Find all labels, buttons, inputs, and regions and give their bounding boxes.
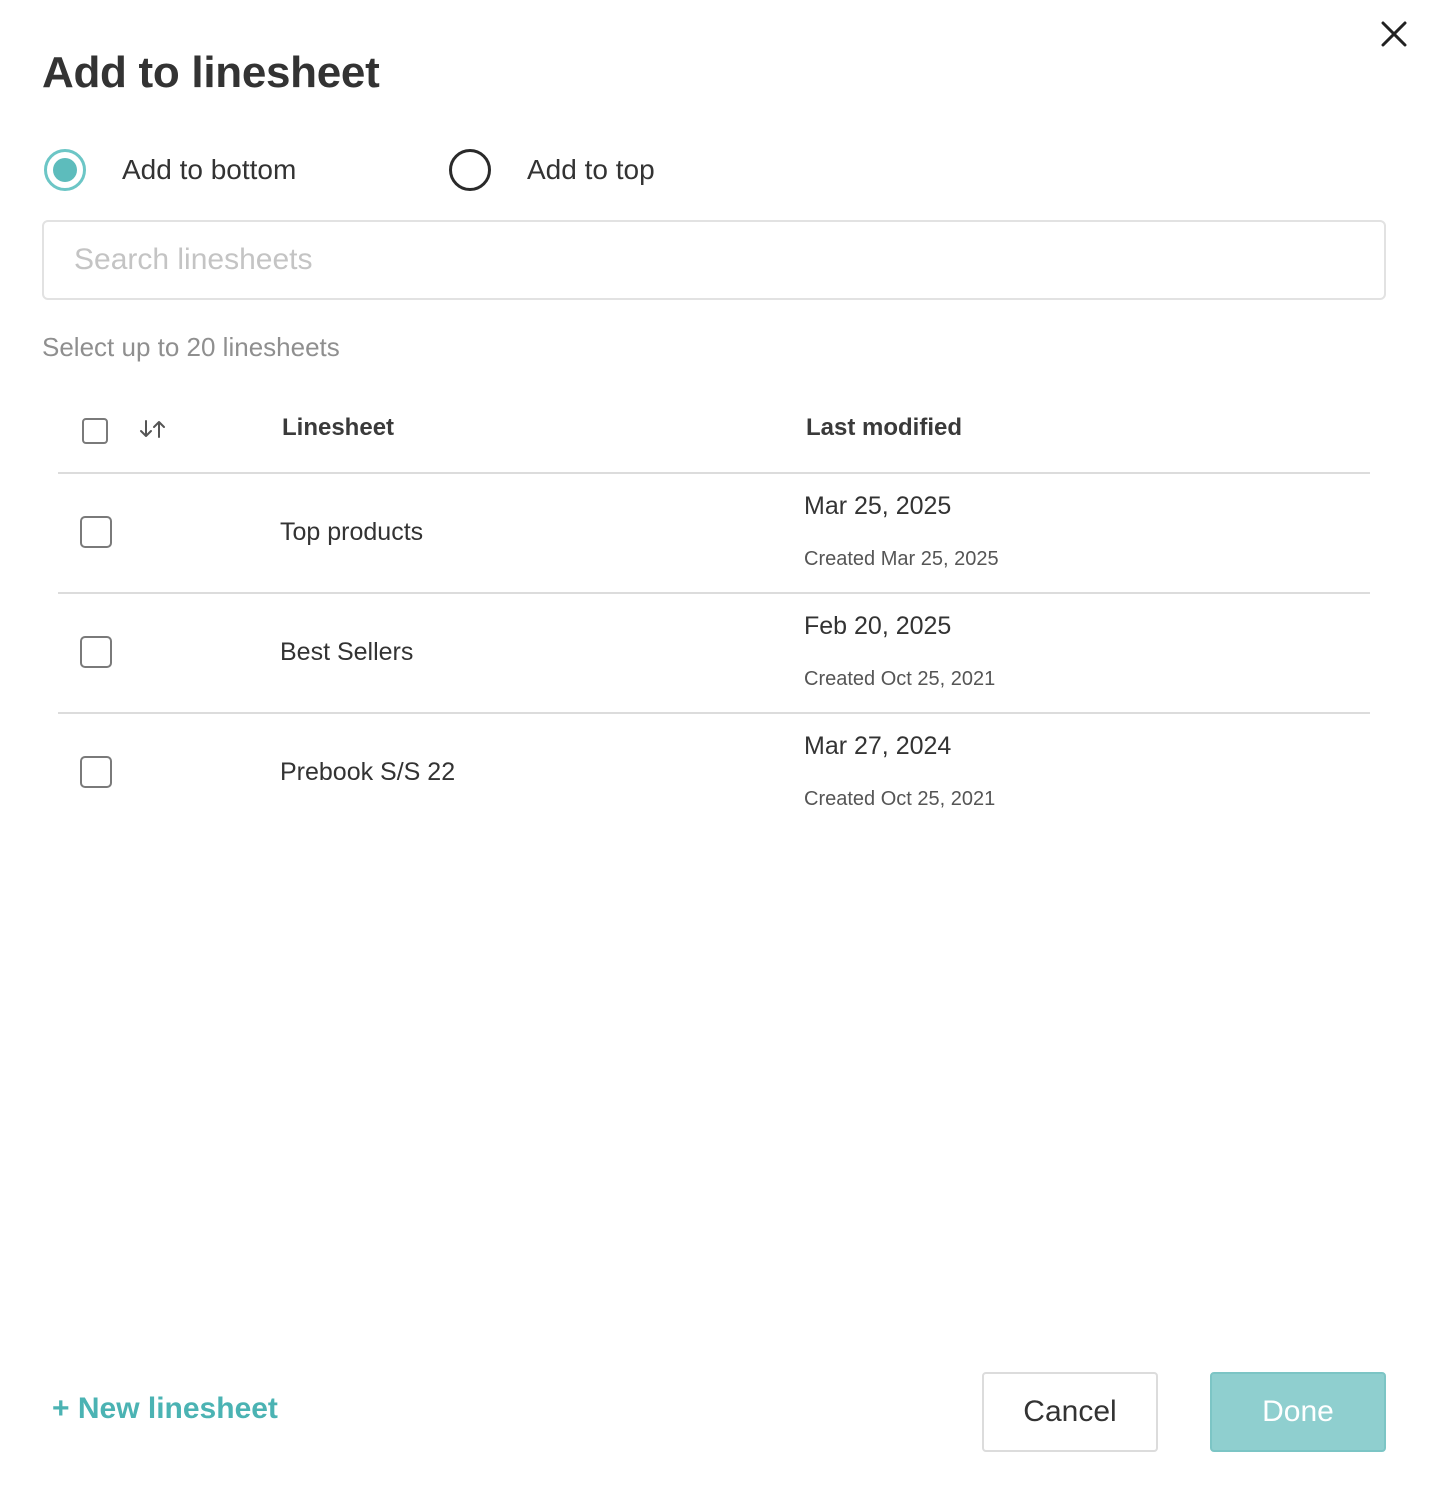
dialog-title: Add to linesheet	[42, 48, 380, 97]
done-button[interactable]: Done	[1210, 1372, 1386, 1452]
last-modified-date: Mar 27, 2024	[804, 732, 952, 760]
table-header: Linesheet Last modified	[58, 390, 1370, 474]
add-to-linesheet-dialog: Add to linesheet Add to bottom Add to to…	[0, 0, 1430, 1488]
radio-add-to-top[interactable]: Add to top	[449, 148, 655, 192]
close-button[interactable]	[1374, 14, 1414, 54]
close-icon	[1381, 21, 1407, 47]
linesheet-name: Best Sellers	[280, 638, 414, 666]
linesheet-name: Top products	[280, 518, 424, 546]
table-row[interactable]: Prebook S/S 22 Mar 27, 2024 Created Oct …	[58, 714, 1370, 834]
selection-hint: Select up to 20 linesheets	[42, 332, 340, 362]
radio-add-to-bottom[interactable]: Add to bottom	[44, 148, 296, 192]
table-row[interactable]: Best Sellers Feb 20, 2025 Created Oct 25…	[58, 594, 1370, 714]
radio-unchecked-icon	[449, 149, 491, 191]
row-checkbox[interactable]	[80, 636, 112, 668]
sort-arrows-icon	[140, 420, 165, 438]
cancel-button[interactable]: Cancel	[982, 1372, 1158, 1452]
column-header-linesheet: Linesheet	[282, 414, 395, 441]
last-modified-date: Mar 25, 2025	[804, 492, 952, 520]
radio-checked-icon	[44, 149, 86, 191]
search-input[interactable]	[42, 220, 1386, 300]
column-header-last-modified: Last modified	[806, 414, 963, 441]
linesheet-name: Prebook S/S 22	[280, 758, 456, 786]
radio-label: Add to bottom	[122, 154, 297, 185]
row-checkbox[interactable]	[80, 756, 112, 788]
sort-button[interactable]	[136, 414, 170, 444]
last-modified-date: Feb 20, 2025	[804, 612, 952, 640]
new-linesheet-link[interactable]: + New linesheet	[52, 1392, 278, 1426]
radio-label: Add to top	[527, 154, 655, 185]
created-date: Created Oct 25, 2021	[804, 668, 996, 690]
linesheet-table: Linesheet Last modified Top products Mar…	[58, 390, 1370, 834]
table-row[interactable]: Top products Mar 25, 2025 Created Mar 25…	[58, 474, 1370, 594]
row-checkbox[interactable]	[80, 516, 112, 548]
select-all-checkbox[interactable]	[82, 418, 108, 444]
created-date: Created Mar 25, 2025	[804, 548, 999, 570]
created-date: Created Oct 25, 2021	[804, 788, 996, 810]
